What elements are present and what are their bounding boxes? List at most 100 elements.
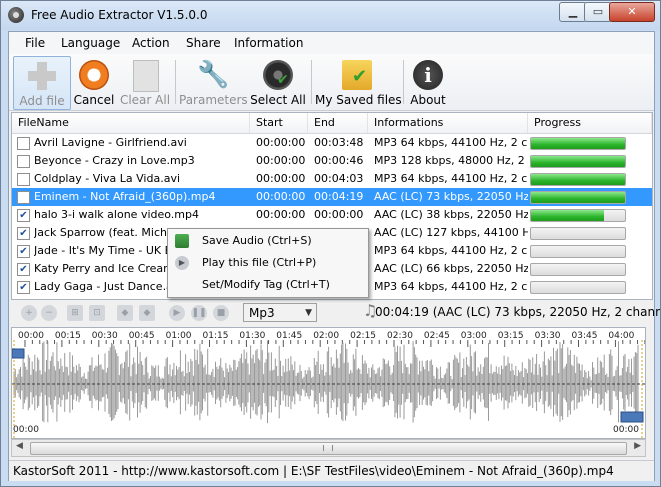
progress-bar	[530, 137, 626, 150]
header-end[interactable]: End	[308, 113, 368, 133]
tag-icon[interactable]: ◆	[117, 305, 133, 321]
horizontal-scrollbar[interactable]: ◀ ▶	[11, 439, 646, 457]
plus-icon	[27, 61, 57, 91]
my-saved-files-button[interactable]: My Saved files	[315, 56, 402, 108]
fit-icon[interactable]: ⊞	[67, 305, 83, 321]
header-informations[interactable]: Informations	[368, 113, 528, 133]
row-checkbox[interactable]	[17, 155, 30, 168]
end-time-label: 00:00	[613, 425, 639, 435]
row-checkbox[interactable]: ✔	[17, 245, 30, 258]
cell-end: 00:03:48	[314, 136, 364, 149]
cancel-button[interactable]: Cancel	[71, 56, 117, 108]
toolbar-separator	[403, 60, 404, 104]
time-tick-label: 03:15	[498, 331, 524, 341]
table-row[interactable]: Eminem - Not Afraid_(360p).mp4 00:00:00 00…	[12, 188, 652, 206]
row-checkbox[interactable]: ✔	[17, 263, 30, 276]
cell-end: 00:00:00	[314, 208, 364, 221]
cell-end: 00:04:19	[314, 190, 364, 203]
context-save-audio[interactable]: Save Audio (Ctrl+S)	[168, 231, 368, 251]
menu-information[interactable]: Information	[234, 36, 303, 50]
disc-check-icon	[263, 60, 293, 90]
save-icon	[175, 234, 189, 248]
scroll-right-icon[interactable]: ▶	[634, 441, 641, 451]
progress-bar	[530, 245, 626, 258]
end-handle	[620, 411, 644, 423]
cell-info: MP3 64 kbps, 44100 Hz, 2 ch...	[374, 244, 528, 257]
cell-info: MP3 128 kbps, 48000 Hz, 2 ch...	[374, 154, 528, 167]
window-title: Free Audio Extractor V1.5.0.0	[31, 8, 208, 22]
cell-info: AAC (LC) 73 kbps, 22050 Hz...	[374, 190, 528, 203]
progress-bar	[530, 263, 626, 276]
table-row[interactable]: Coldplay - Viva La Vida.avi 00:00:00 00:04…	[12, 170, 652, 188]
time-tick-label: 01:00	[166, 331, 192, 341]
stop-icon	[79, 60, 109, 90]
row-checkbox[interactable]	[17, 173, 30, 186]
header-filename[interactable]: FileName	[12, 113, 250, 133]
clear-all-button[interactable]: Clear All	[119, 56, 171, 108]
cell-info: AAC (LC) 38 kbps, 22050 Hz...	[374, 208, 528, 221]
cell-name: Avril Lavigne - Girlfriend.avi	[34, 136, 187, 149]
play-icon[interactable]: ▶	[169, 305, 185, 321]
menu-share[interactable]: Share	[186, 36, 221, 50]
row-checkbox[interactable]: ✔	[17, 281, 30, 294]
select-all-button[interactable]: Select All	[249, 56, 307, 108]
progress-bar	[530, 209, 626, 222]
about-button[interactable]: i About	[407, 56, 449, 108]
close-button[interactable]: ✕	[609, 2, 655, 22]
menu-action[interactable]: Action	[132, 36, 170, 50]
progress-bar	[530, 281, 626, 294]
zoom-in-icon[interactable]: +	[21, 305, 37, 321]
format-select[interactable]: Mp3 ▼	[243, 303, 317, 322]
cell-info: MP3 64 kbps, 44100 Hz, 2 ch...	[374, 136, 528, 149]
cell-info: AAC (LC) 127 kbps, 44100 Hz...	[374, 226, 528, 239]
cell-name: Beyonce - Crazy in Love.mp3	[34, 154, 195, 167]
table-row[interactable]: Beyonce - Crazy in Love.mp3 00:00:00 00:00…	[12, 152, 652, 170]
scroll-thumb[interactable]	[30, 442, 627, 455]
parameters-button[interactable]: 🔧 Parameters	[179, 56, 248, 108]
waveform-view[interactable]: 00:00 00:15 00:30 00:45 01:00 01:15 01:30 01:45…	[11, 327, 646, 439]
cell-name: Eminem - Not Afraid_(360p).mp4	[34, 190, 216, 203]
status-text: KastorSoft 2011 - http://www.kastorsoft.…	[13, 464, 614, 478]
menu-bar: File Language Action Share Information	[9, 32, 654, 54]
zoom-out-icon[interactable]: −	[41, 305, 57, 321]
progress-bar	[530, 155, 626, 168]
tags-icon[interactable]: ◆	[139, 305, 155, 321]
time-tick-label: 01:30	[239, 331, 265, 341]
cell-end: 00:04:03	[314, 172, 364, 185]
waveform-svg: 00:00 00:15 00:30 00:45 01:00 01:15 01:30 01:45…	[12, 328, 645, 438]
row-checkbox[interactable]	[17, 137, 30, 150]
context-set-tag[interactable]: Set/Modify Tag (Ctrl+T)	[168, 275, 368, 295]
table-row[interactable]: Avril Lavigne - Girlfriend.avi 00:00:00 00…	[12, 134, 652, 152]
scroll-left-icon[interactable]: ◀	[16, 441, 23, 451]
play-icon: ▶	[175, 256, 189, 270]
table-row[interactable]: ✔ halo 3-i walk alone video.mp4 00:00:00 00…	[12, 206, 652, 224]
row-checkbox[interactable]: ✔	[17, 209, 30, 222]
expand-icon[interactable]: ⊡	[89, 305, 105, 321]
client-area: File Language Action Share Information A…	[8, 31, 660, 481]
header-start[interactable]: Start	[250, 113, 308, 133]
header-progress[interactable]: Progress	[528, 113, 652, 133]
row-checkbox[interactable]: ✔	[17, 227, 30, 240]
time-tick-label: 01:45	[276, 331, 302, 341]
pause-icon[interactable]: ❚❚	[191, 305, 207, 321]
time-tick-label: 00:15	[55, 331, 81, 341]
cell-start: 00:00:00	[256, 136, 306, 149]
maximize-button[interactable]: ▭	[584, 2, 612, 22]
grip-icon	[323, 445, 333, 451]
start-handle	[12, 348, 25, 359]
time-tick-label: 03:45	[572, 331, 598, 341]
progress-fill	[531, 156, 625, 167]
minimize-button[interactable]: ▁	[559, 2, 587, 22]
progress-fill	[531, 174, 625, 185]
context-play-file[interactable]: ▶ Play this file (Ctrl+P)	[168, 253, 368, 273]
menu-language[interactable]: Language	[61, 36, 120, 50]
cell-info: MP3 64 kbps, 44100 Hz, 2 ch...	[374, 280, 528, 293]
cell-name: Coldplay - Viva La Vida.avi	[34, 172, 181, 185]
menu-file[interactable]: File	[25, 36, 45, 50]
progress-fill	[531, 138, 625, 149]
context-menu: Save Audio (Ctrl+S) ▶ Play this file (Ct…	[167, 228, 369, 298]
row-checkbox[interactable]	[17, 191, 30, 204]
add-file-button[interactable]: Add file	[13, 56, 71, 110]
stop-icon[interactable]: ■	[213, 305, 229, 321]
cell-start: 00:00:00	[256, 172, 306, 185]
